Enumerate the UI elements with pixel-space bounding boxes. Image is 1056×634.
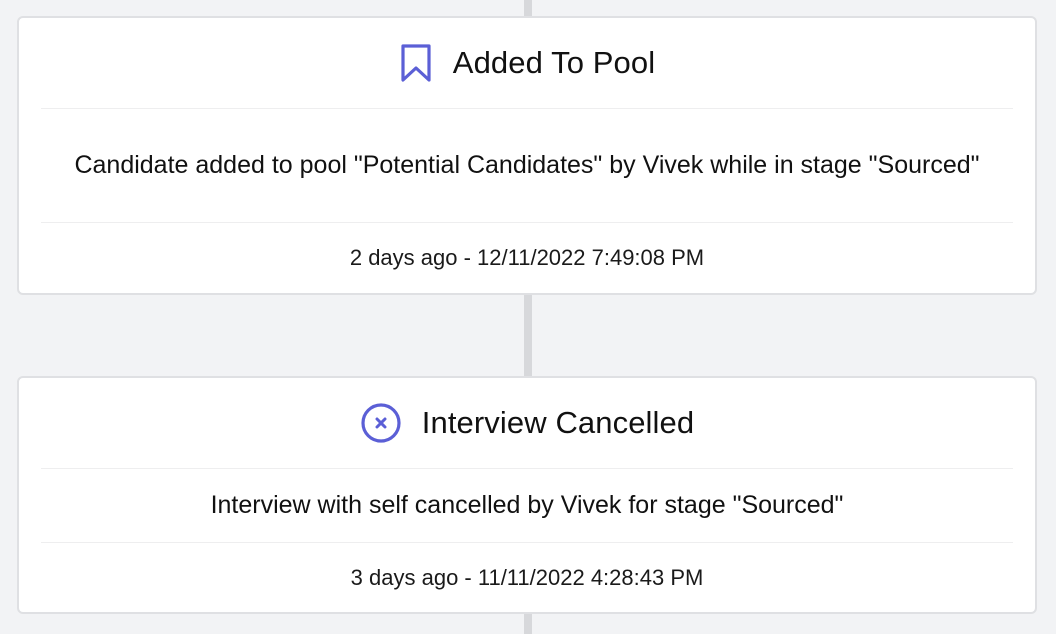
timeline-event-card: Interview Cancelled Interview with self … (17, 376, 1037, 614)
event-title: Added To Pool (452, 45, 656, 80)
event-header: Added To Pool (41, 18, 1013, 109)
event-description: Candidate added to pool "Potential Candi… (41, 108, 1013, 223)
event-description: Interview with self cancelled by Vivek f… (41, 468, 1013, 543)
event-timestamp: 3 days ago - 11/11/2022 4:28:43 PM (350, 565, 704, 590)
cancel-circle-icon (360, 402, 402, 444)
event-timestamp: 2 days ago - 12/11/2022 7:49:08 PM (349, 245, 705, 270)
bookmark-icon (399, 43, 433, 83)
event-header: Interview Cancelled (41, 378, 1013, 469)
timeline-event-card: Added To Pool Candidate added to pool "P… (17, 16, 1037, 295)
event-title: Interview Cancelled (421, 405, 695, 440)
